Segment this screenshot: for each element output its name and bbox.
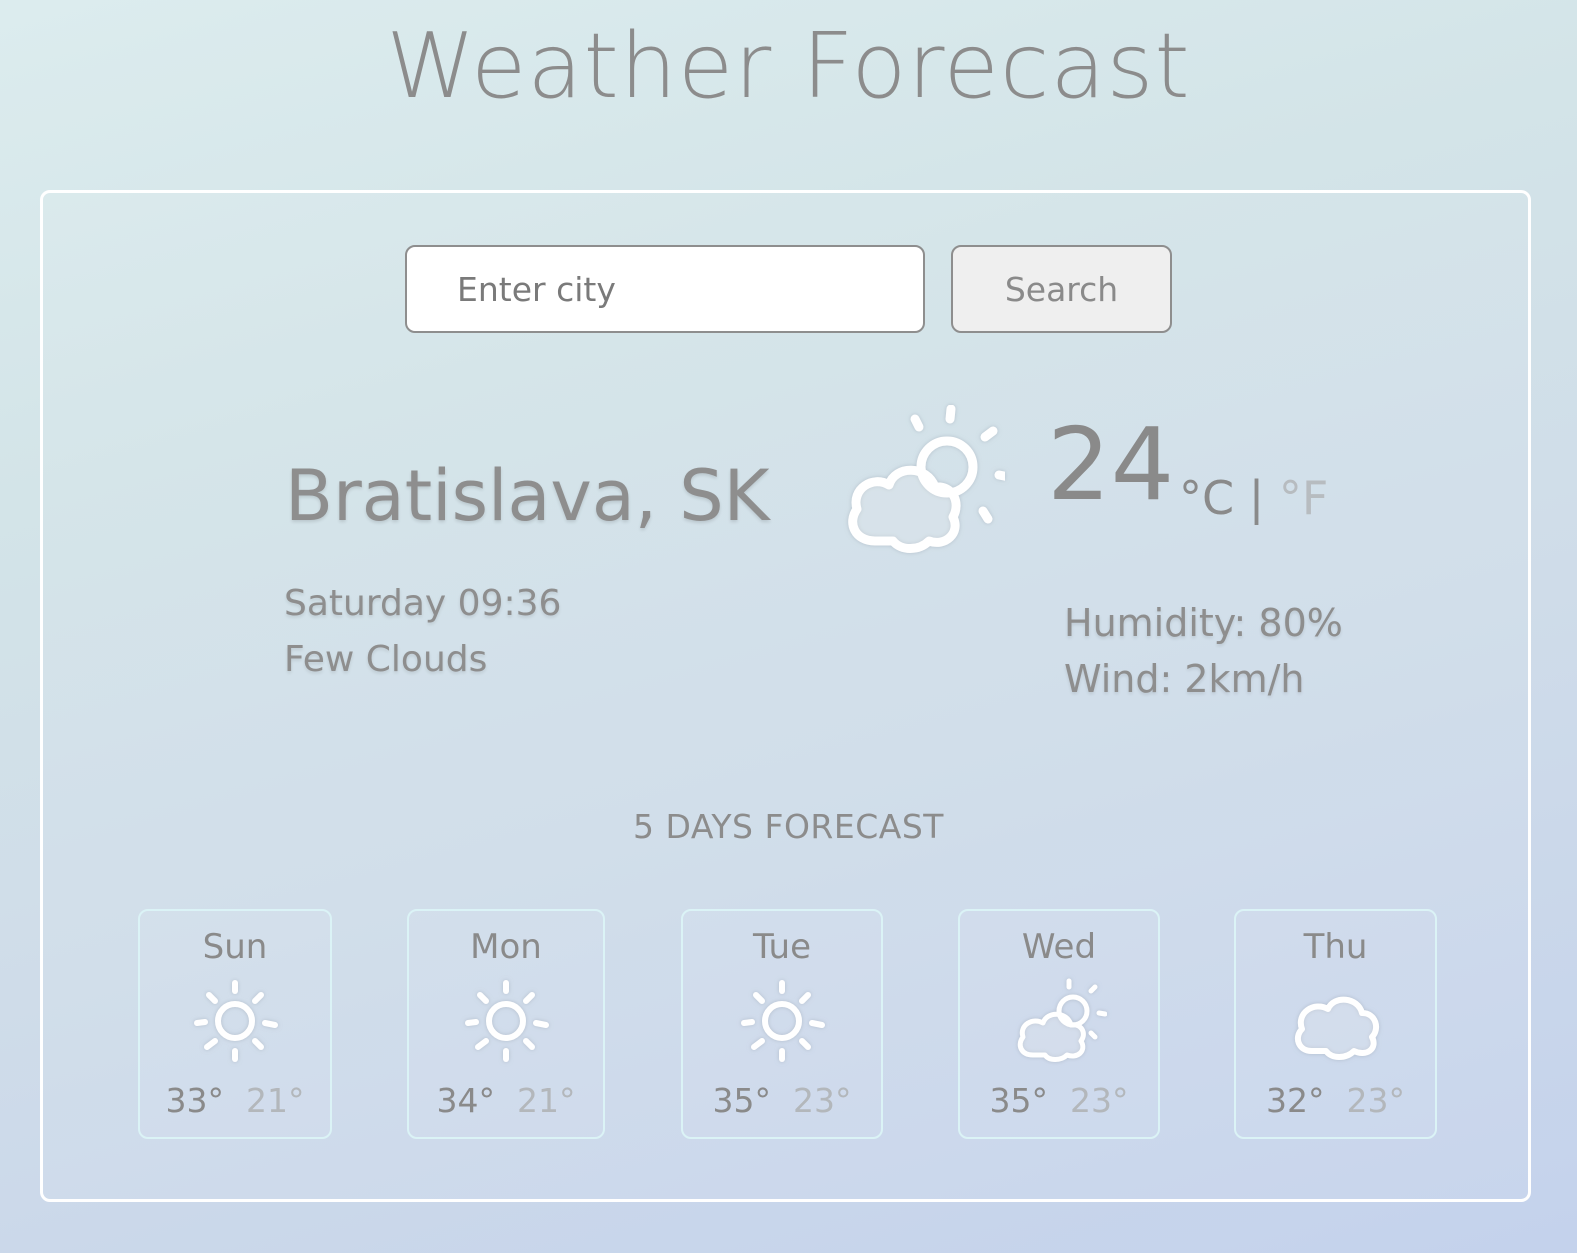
forecast-min-temp: 21° [246,1081,305,1120]
current-temperature: 24 [1047,406,1175,523]
forecast-min-temp: 23° [793,1081,852,1120]
forecast-min-temp: 23° [1070,1081,1129,1120]
forecast-temps: 32° 23° [1236,1081,1435,1120]
forecast-min-temp: 21° [517,1081,576,1120]
forecast-temps: 33° 21° [140,1081,330,1120]
forecast-day-name: Sun [202,927,268,967]
weather-card: Search Bratislava, SK Saturday 09:36 Few… [40,190,1531,1202]
forecast-day-name: Wed [1021,927,1097,967]
forecast-max-temp: 35° [712,1081,772,1120]
forecast-day-name: Tue [752,927,812,967]
wind: Wind: 2km/h [1064,657,1305,701]
forecast-day-sun: Sun 33° 21° [138,909,332,1139]
forecast-temps: 34° 21° [409,1081,603,1120]
fahrenheit-link[interactable]: °F [1279,471,1328,525]
forecast-max-temp: 33° [165,1081,225,1120]
unit-separator: | [1248,471,1265,525]
forecast-title: 5 DAYS FORECAST [633,807,944,846]
forecast-temps: 35° 23° [683,1081,881,1120]
current-datetime: Saturday 09:36 [284,583,562,624]
few-clouds-icon [848,405,1005,553]
cloud-icon [1294,996,1379,1060]
forecast-day-wed: Wed 35° 23° [958,909,1160,1139]
forecast-day-name: Thu [1303,927,1368,967]
weather-condition: Few Clouds [284,639,488,680]
city-name: Bratislava, SK [285,455,770,537]
forecast-max-temp: 34° [436,1081,496,1120]
forecast-max-temp: 35° [989,1081,1049,1120]
unit-toggle: °C | °F [1179,471,1328,525]
forecast-temps: 35° 23° [960,1081,1158,1120]
page-title: Weather Forecast [386,14,1191,119]
forecast-day-tue: Tue 35° 23° [681,909,883,1139]
few-clouds-icon [1017,978,1107,1062]
search-button[interactable]: Search [951,245,1172,333]
humidity: Humidity: 80% [1064,601,1343,645]
forecast-min-temp: 23° [1346,1081,1406,1120]
forecast-day-thu: Thu 32° 23° [1234,909,1437,1139]
forecast-day-name: Mon [470,927,542,967]
city-search-input[interactable] [405,245,925,333]
sun-icon [194,980,278,1062]
forecast-day-mon: Mon 34° 21° [407,909,605,1139]
celsius-link[interactable]: °C [1179,471,1234,525]
sun-icon [741,980,825,1062]
forecast-max-temp: 32° [1266,1081,1325,1120]
sun-icon [465,980,549,1062]
